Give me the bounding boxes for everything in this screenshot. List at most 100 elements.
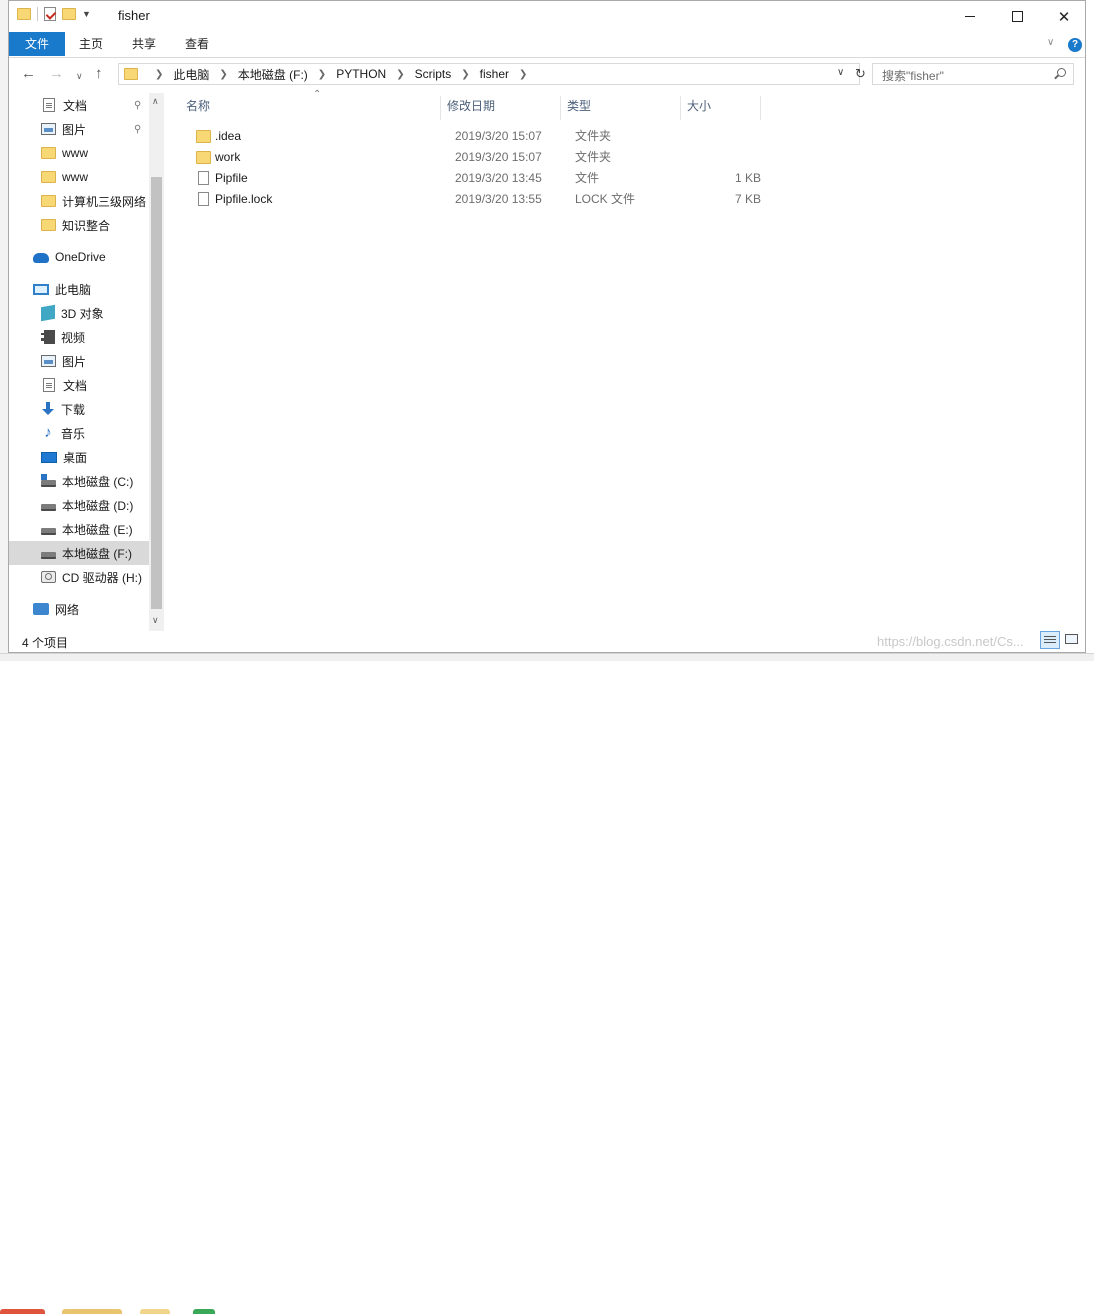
tab-home[interactable]: 主页 (68, 32, 114, 56)
file-date: 2019/3/20 15:07 (455, 129, 542, 143)
breadcrumb-fisher[interactable]: fisher (480, 67, 509, 81)
maximize-button[interactable] (994, 1, 1040, 32)
sidebar-item-www[interactable]: www (9, 141, 164, 165)
file-row[interactable]: .idea 2019/3/20 15:07 文件夹 (172, 126, 772, 147)
scrollbar-thumb[interactable] (151, 177, 162, 609)
sidebar-item-network-notes[interactable]: 计算机三级网络 (9, 189, 164, 213)
sidebar-item-network[interactable]: 网络 (9, 597, 164, 621)
column-divider[interactable] (760, 96, 761, 120)
folder-icon (41, 147, 56, 159)
scroll-up-icon[interactable]: ∧ (152, 96, 159, 107)
tab-view[interactable]: 查看 (174, 32, 220, 56)
sidebar-item-music[interactable]: ♪ 音乐 (9, 421, 164, 445)
details-view-icon[interactable] (1040, 631, 1060, 649)
cloud-icon (33, 253, 49, 263)
search-icon[interactable] (1057, 68, 1066, 77)
file-row[interactable]: Pipfile 2019/3/20 13:45 文件 1 KB (172, 168, 772, 189)
sidebar-item-cd-drive[interactable]: CD 驱动器 (H:) (9, 565, 164, 589)
close-button[interactable]: ✕ (1041, 1, 1087, 32)
column-header-type[interactable]: 类型 (567, 93, 677, 120)
navigation-pane: 文档 ⚲ 图片 ⚲ www www 计算机三级网络 知识整合 OneDrive (9, 93, 164, 631)
maximize-icon (1011, 11, 1023, 22)
scroll-down-icon[interactable]: ∨ (152, 615, 159, 626)
column-divider[interactable] (560, 96, 561, 120)
picture-icon (41, 123, 56, 135)
search-input[interactable]: 搜索"fisher" (882, 67, 944, 84)
minimize-button[interactable] (947, 1, 993, 32)
customize-toolbar-icon[interactable]: ▼ (82, 9, 91, 19)
sidebar-item-drive-e[interactable]: 本地磁盘 (E:) (9, 517, 164, 541)
sidebar-item-3d-objects[interactable]: 3D 对象 (9, 301, 164, 325)
sidebar-item-label: OneDrive (55, 250, 106, 264)
column-header-date[interactable]: 修改日期 (447, 93, 557, 120)
watermark-text: https://blog.csdn.net/Cs... (877, 634, 1024, 649)
chevron-down-icon[interactable]: ∨ (837, 67, 844, 78)
help-icon[interactable]: ? (1068, 38, 1082, 52)
sidebar-item-label: 本地磁盘 (D:) (62, 498, 134, 513)
column-header-name[interactable]: 名称 (186, 93, 441, 120)
sidebar-item-label: 文档 (63, 378, 88, 393)
column-divider[interactable] (680, 96, 681, 120)
folder-icon (196, 130, 211, 143)
chevron-right-icon[interactable]: ❯ (461, 69, 469, 80)
sidebar-item-desktop[interactable]: 桌面 (9, 445, 164, 469)
sidebar-item-documents[interactable]: 文档 ⚲ (9, 93, 164, 117)
column-divider[interactable] (440, 96, 441, 120)
refresh-icon[interactable]: ↻ (855, 66, 866, 82)
sidebar-item-label: www (62, 146, 88, 160)
recent-locations-icon[interactable]: ∨ (76, 68, 83, 84)
sidebar-item-pictures[interactable]: 图片 ⚲ (9, 117, 164, 141)
sidebar-item-label: 视频 (61, 330, 86, 345)
breadcrumb-drive-f[interactable]: 本地磁盘 (F:) (238, 66, 308, 83)
expand-ribbon-icon[interactable]: ∨ (1047, 37, 1054, 48)
forward-icon[interactable]: → (49, 66, 64, 82)
file-size: 7 KB (734, 192, 761, 206)
download-icon (41, 402, 55, 416)
chevron-right-icon[interactable]: ❯ (396, 69, 404, 80)
sidebar-item-downloads[interactable]: 下载 (9, 397, 164, 421)
properties-icon[interactable] (44, 7, 56, 21)
minimize-icon (965, 16, 975, 17)
sidebar-item-onedrive[interactable]: OneDrive (9, 245, 164, 269)
breadcrumb-python[interactable]: PYTHON (336, 67, 386, 81)
quick-access-toolbar: ▼ (17, 7, 91, 21)
sidebar-item-videos[interactable]: 视频 (9, 325, 164, 349)
file-type: 文件 (575, 171, 600, 185)
folder-icon (41, 219, 56, 231)
sidebar-item-drive-c[interactable]: 本地磁盘 (C:) (9, 469, 164, 493)
breadcrumb-this-pc[interactable]: 此电脑 (173, 66, 209, 83)
document-icon (43, 98, 55, 112)
breadcrumb: ❯ 此电脑 ❯ 本地磁盘 (F:) ❯ PYTHON ❯ Scripts ❯ f… (145, 64, 537, 84)
sidebar-scrollbar[interactable]: ∧ ∨ (149, 93, 164, 631)
file-row[interactable]: Pipfile.lock 2019/3/20 13:55 LOCK 文件 7 K… (172, 189, 772, 210)
sidebar-item-label: 本地磁盘 (F:) (62, 546, 132, 561)
address-bar[interactable]: ❯ 此电脑 ❯ 本地磁盘 (F:) ❯ PYTHON ❯ Scripts ❯ f… (118, 63, 866, 85)
up-icon[interactable]: ↑ (95, 66, 103, 82)
back-icon[interactable]: ← (21, 66, 36, 82)
chevron-right-icon[interactable]: ❯ (318, 69, 326, 80)
sidebar-item-www-2[interactable]: www (9, 165, 164, 189)
new-folder-icon[interactable] (62, 8, 76, 20)
pin-icon: ⚲ (134, 99, 142, 111)
tab-share[interactable]: 共享 (121, 32, 167, 56)
column-header-size[interactable]: 大小 (687, 93, 757, 120)
sidebar-item-drive-d[interactable]: 本地磁盘 (D:) (9, 493, 164, 517)
search-box[interactable]: 搜索"fisher" (872, 63, 1074, 85)
title-bar: ▼ fisher ✕ (9, 1, 1085, 32)
sidebar-item-documents-pc[interactable]: 文档 (9, 373, 164, 397)
sidebar-item-drive-f[interactable]: 本地磁盘 (F:) (9, 541, 164, 565)
chevron-right-icon[interactable]: ❯ (519, 69, 527, 80)
tab-file[interactable]: 文件 (9, 32, 65, 56)
chevron-right-icon[interactable]: ❯ (155, 69, 163, 80)
sidebar-item-knowledge[interactable]: 知识整合 (9, 213, 164, 237)
breadcrumb-scripts[interactable]: Scripts (415, 67, 452, 81)
large-icons-view-icon[interactable] (1064, 632, 1080, 647)
navigation-bar: ← → ∨ ↑ ❯ 此电脑 ❯ 本地磁盘 (F:) ❯ PYTHON ❯ Scr… (9, 57, 1085, 93)
sidebar-item-pictures-pc[interactable]: 图片 (9, 349, 164, 373)
file-row[interactable]: work 2019/3/20 15:07 文件夹 (172, 147, 772, 168)
sidebar-item-this-pc[interactable]: 此电脑 (9, 277, 164, 301)
chevron-right-icon[interactable]: ❯ (219, 69, 227, 80)
file-name: work (215, 150, 241, 164)
file-size (692, 126, 761, 147)
folder-icon (41, 195, 56, 207)
